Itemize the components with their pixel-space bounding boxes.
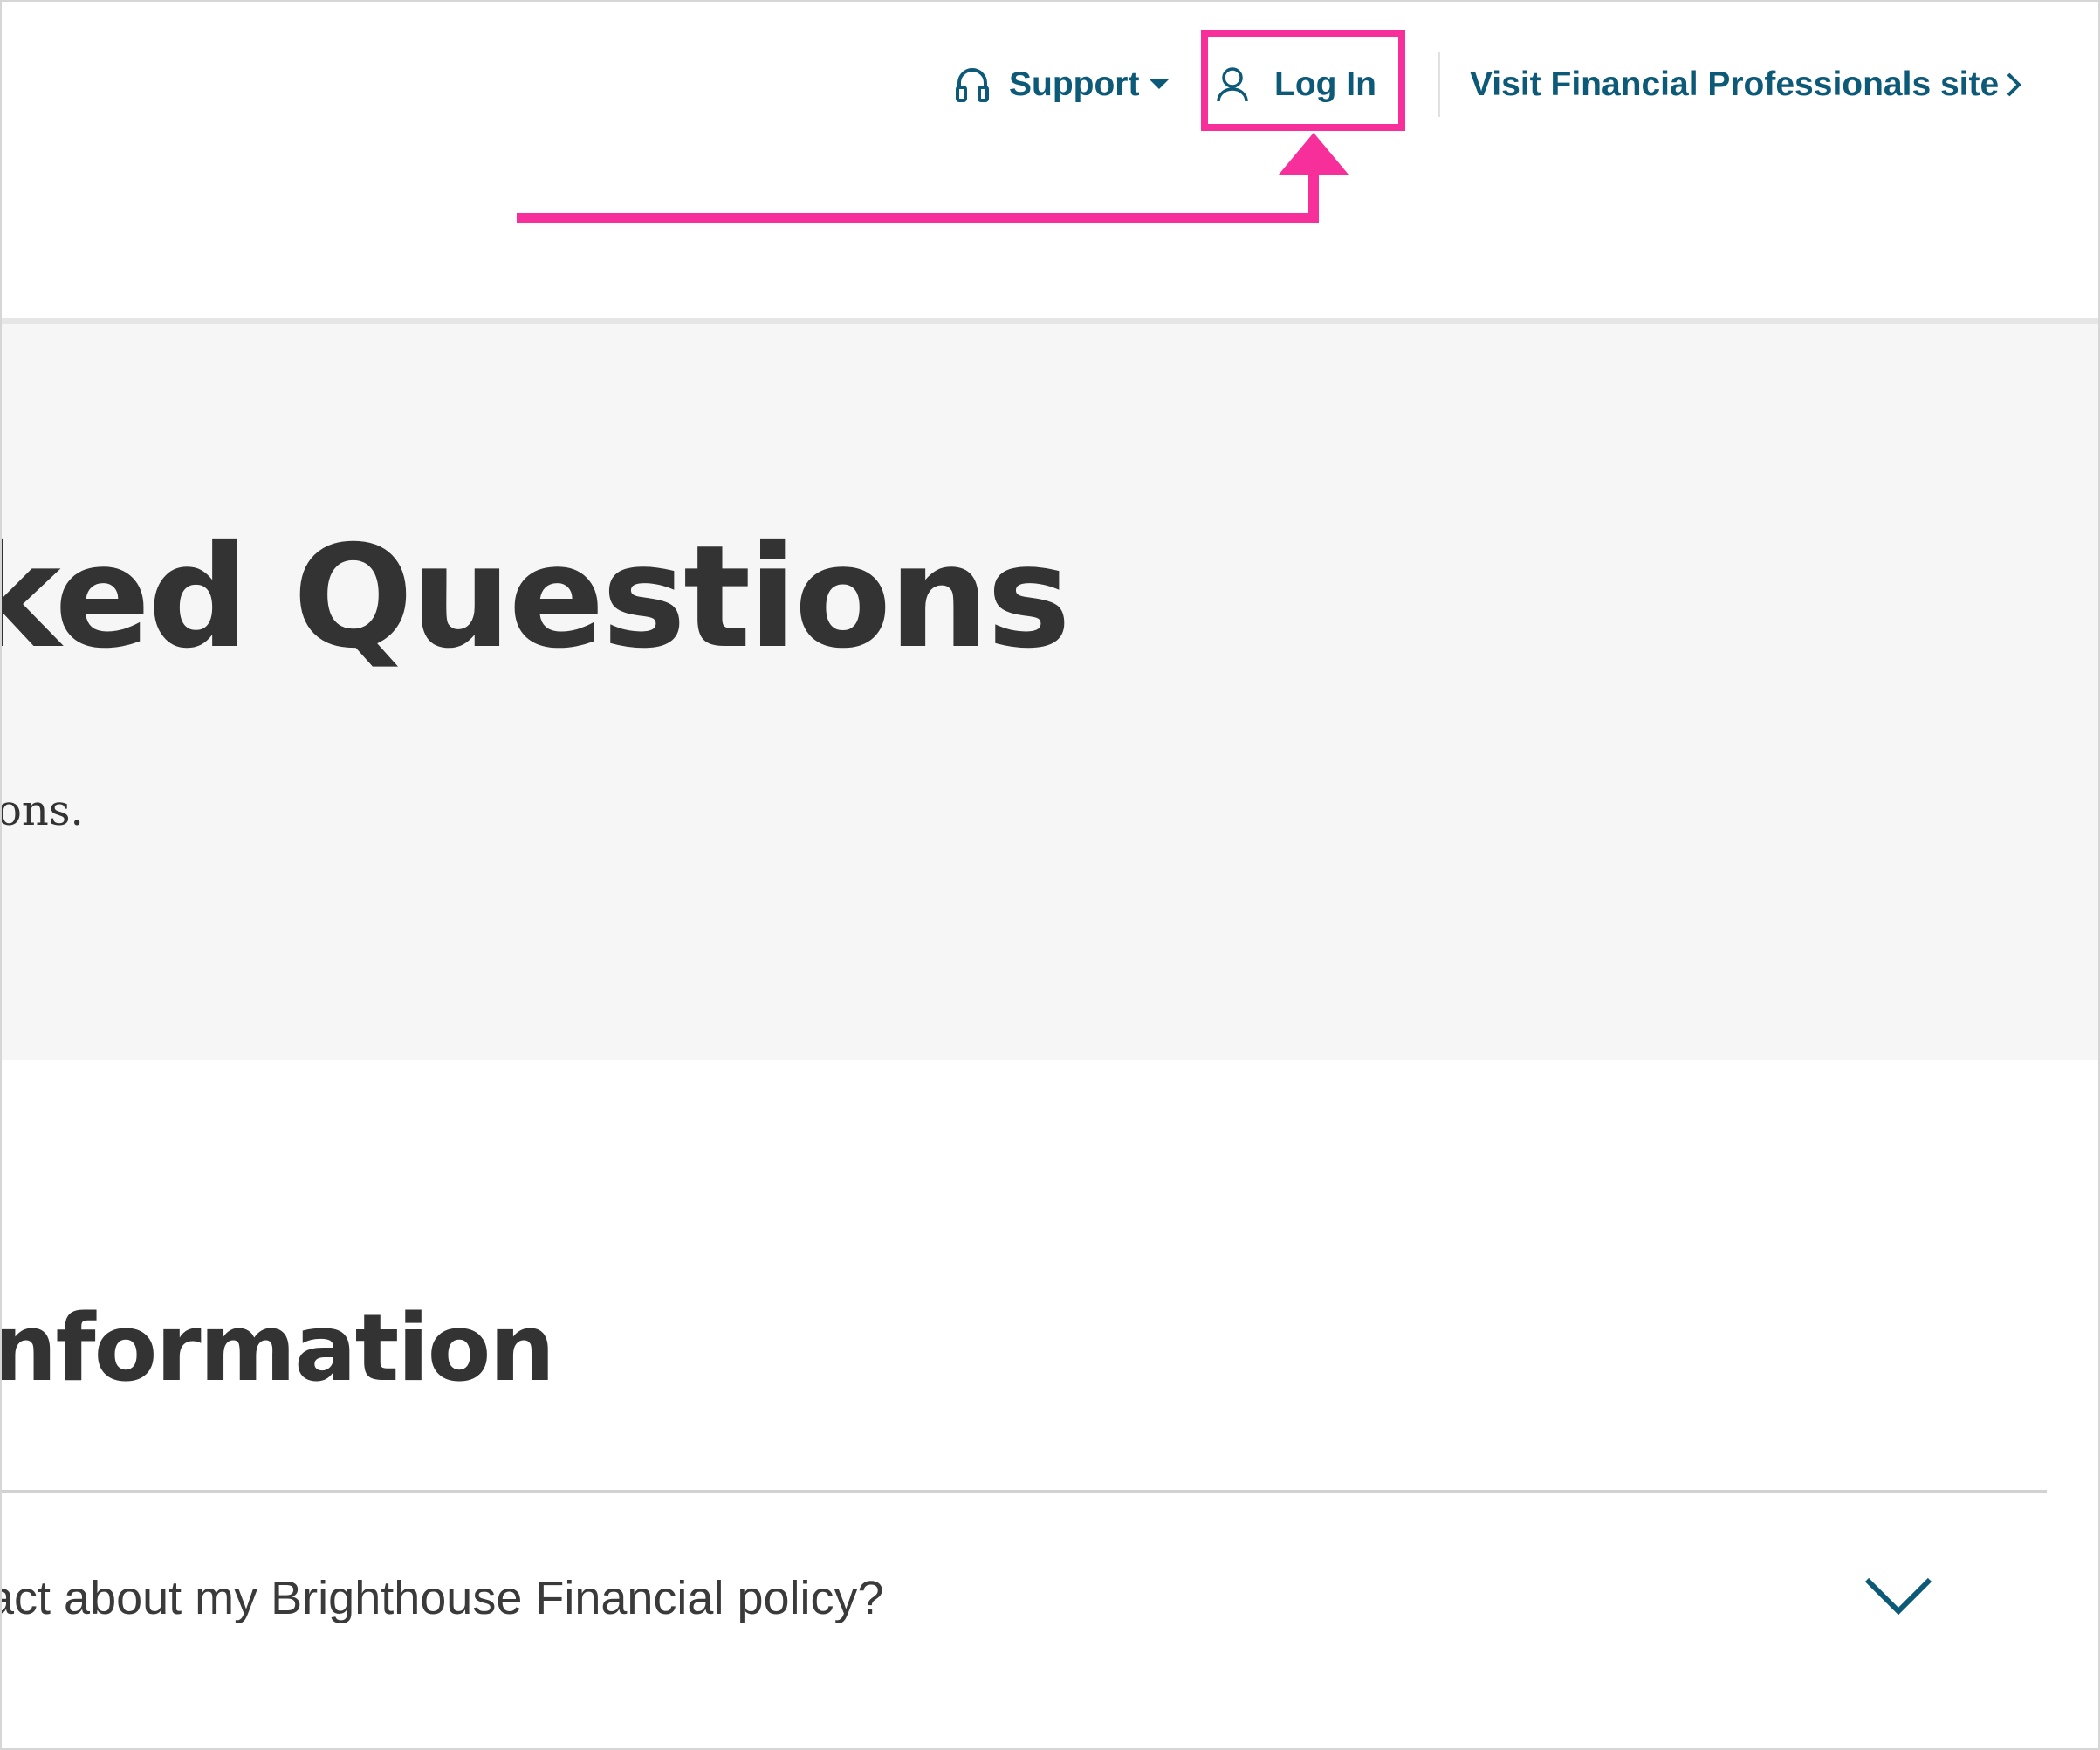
section-title: nformation (0, 1294, 555, 1402)
hero-subtitle: ons. (2, 786, 84, 835)
hero-top-border (2, 318, 2098, 324)
browser-viewport: Support Log In Visit Financial Professio… (0, 0, 2100, 1750)
chevron-down-icon (1864, 1577, 1932, 1616)
hero-banner: ked Questions ons. (2, 324, 2098, 1060)
faq-item[interactable]: act about my Brighthouse Financial polic… (2, 1494, 2047, 1712)
annotation-arrow (517, 133, 1349, 223)
faq-question: act about my Brighthouse Financial polic… (0, 1572, 884, 1624)
page-title: ked Questions (2, 516, 1071, 680)
faq-divider (2, 1490, 2047, 1493)
